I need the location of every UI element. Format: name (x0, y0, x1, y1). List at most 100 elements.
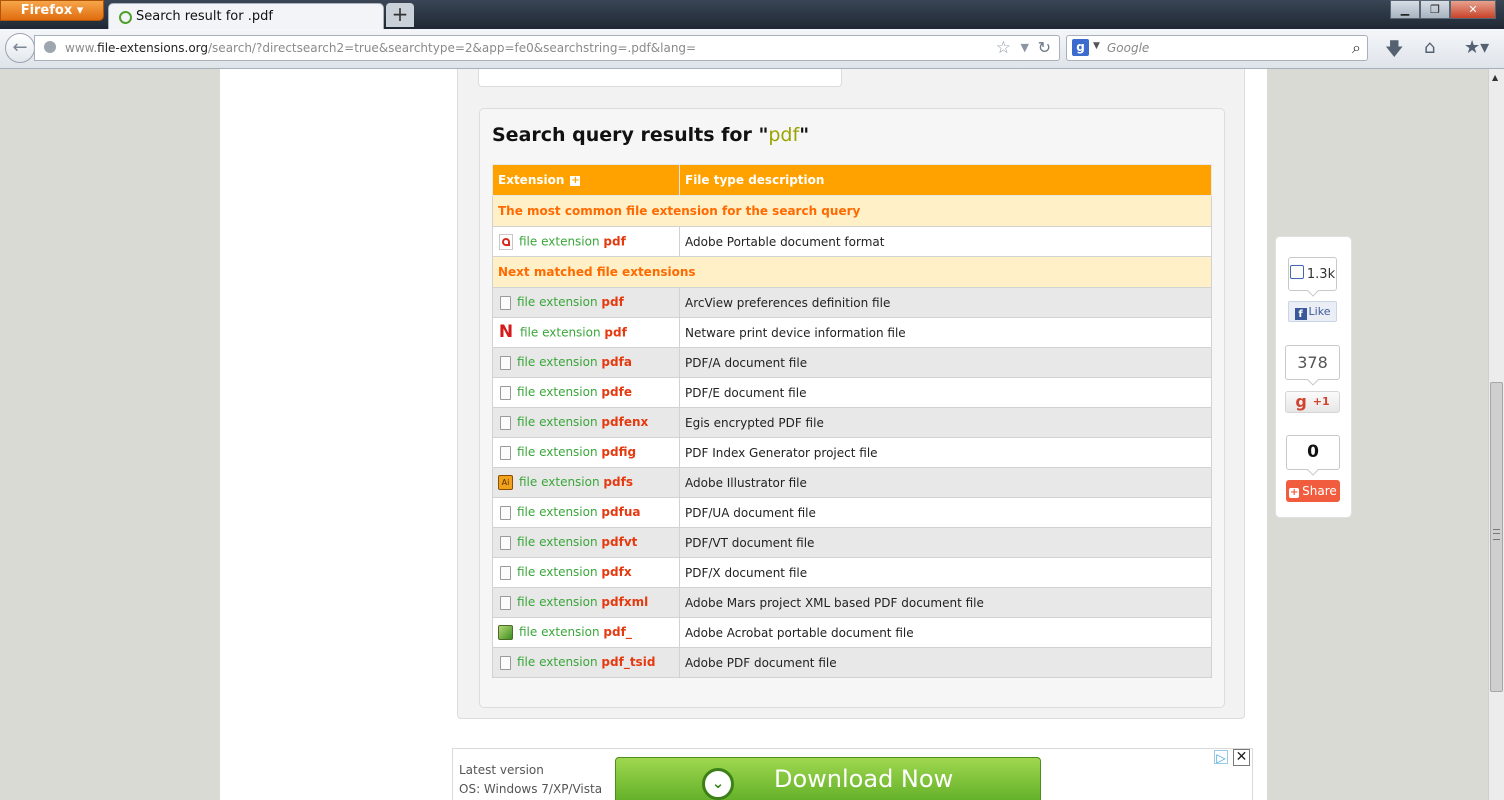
minimize-icon[interactable]: ▁ (1390, 0, 1420, 19)
file-type-description: Adobe Portable document format (679, 226, 1212, 257)
extension-name: pdfx (601, 565, 632, 580)
generic-file-icon (500, 595, 511, 610)
table-row: file extension pdfa PDF/A document file (492, 347, 1212, 378)
section-most-common: The most common file extension for the s… (492, 195, 1212, 227)
acrobat-icon (498, 625, 513, 640)
table-row: file extension pdf_ Adobe Acrobat portabl… (492, 617, 1212, 648)
url-bar[interactable]: www.file-extensions.org/search/?directse… (34, 35, 1060, 61)
home-icon[interactable]: ⌂ (1424, 37, 1435, 58)
extension-name: pdfua (601, 505, 641, 520)
facebook-like-button[interactable]: f Like (1288, 301, 1337, 322)
generic-file-icon (500, 295, 511, 310)
file-type-description: Egis encrypted PDF file (679, 407, 1212, 438)
firefox-menu-label: Firefox (20, 3, 73, 18)
file-extension-link[interactable]: file extension pdfe (517, 385, 632, 399)
scrollbar-thumb[interactable] (1490, 382, 1503, 692)
maximize-icon[interactable]: ❐ (1420, 0, 1450, 19)
share-plus-icon: + (1289, 487, 1300, 498)
scrollbar-grip-icon (1493, 529, 1500, 540)
extension-name: pdfxml (601, 595, 649, 610)
illustrator-icon: Ai (498, 475, 513, 490)
download-now-button[interactable]: ⌄ Download Now (615, 757, 1041, 800)
table-row: file extension pdfe PDF/E document file (492, 377, 1212, 408)
file-extension-link-prefix: file extension (517, 445, 598, 460)
facebook-like-count: 1.3k (1288, 257, 1337, 291)
file-type-description: Adobe Mars project XML based PDF documen… (679, 587, 1212, 618)
generic-file-icon (500, 505, 511, 520)
url-history-dropdown-icon[interactable]: ▼ (1021, 41, 1029, 54)
section-next-matched-label: Next matched file extensions (492, 256, 1212, 288)
extension-cell: file extension pdf_ (492, 617, 680, 648)
table-row: file extension pdfenx Egis encrypted PDF … (492, 407, 1212, 438)
search-icon[interactable]: ⌕ (1352, 38, 1361, 58)
close-icon[interactable]: ✕ (1450, 0, 1496, 19)
file-type-description: PDF/E document file (679, 377, 1212, 408)
file-extension-link[interactable]: file extension pdf_ (519, 625, 632, 639)
file-type-description: Adobe PDF document file (679, 647, 1212, 678)
new-tab-button[interactable]: + (386, 3, 414, 27)
extension-column-header[interactable]: Extension + (492, 164, 680, 196)
table-row: file extension pdfig PDF Index Generator … (492, 437, 1212, 468)
table-row: Ai file extension pdfs Adobe Illustrator f… (492, 467, 1212, 498)
file-extension-link-prefix: file extension (517, 355, 598, 370)
bookmarks-menu-icon[interactable]: ★▾ (1464, 37, 1489, 58)
file-extension-link[interactable]: file extension pdf (517, 295, 624, 309)
search-bar[interactable]: g ▼ Google ⌕ (1066, 35, 1368, 61)
ad-os-text: OS: Windows 7/XP/Vista (459, 782, 603, 796)
file-extension-link[interactable]: file extension pdfua (517, 505, 640, 519)
google-plus-label: +1 (1312, 395, 1330, 408)
firefox-menu-button[interactable]: Firefox ▾ (0, 0, 104, 21)
download-icon[interactable]: 🡇 (1385, 37, 1404, 67)
reload-icon[interactable]: ↻ (1038, 38, 1051, 57)
file-type-description: Netware print device information file (679, 317, 1212, 348)
ad-close-icon[interactable]: ✕ (1233, 749, 1250, 766)
ad-choices-icon[interactable]: ▷ (1214, 750, 1228, 765)
section-next-matched: Next matched file extensions (492, 256, 1212, 288)
pdf-icon (499, 233, 513, 250)
search-input-placeholder[interactable]: Google (1107, 41, 1149, 55)
file-extension-link[interactable]: file extension pdf (520, 325, 627, 339)
expand-plus-icon[interactable]: + (570, 176, 581, 186)
file-extension-link[interactable]: file extension pdfenx (517, 415, 648, 429)
table-row: file extension pdfvt PDF/VT document file (492, 527, 1212, 558)
bookmark-star-icon[interactable]: ☆ (996, 38, 1011, 58)
thumbs-up-icon (1289, 265, 1304, 279)
scroll-up-arrow-icon[interactable]: ▲ (1492, 73, 1498, 82)
generic-file-icon (500, 415, 511, 430)
file-type-description: PDF/A document file (679, 347, 1212, 378)
back-button[interactable]: ← (5, 33, 35, 63)
file-extension-link-prefix: file extension (517, 295, 598, 310)
extension-name: pdfe (601, 385, 632, 400)
file-extension-link[interactable]: file extension pdf (519, 234, 626, 248)
facebook-like-count-value: 1.3k (1306, 267, 1336, 282)
search-engine-dropdown-icon[interactable]: ▼ (1093, 41, 1100, 51)
navigation-toolbar: ← www.file-extensions.org/search/?direct… (0, 29, 1504, 69)
extension-cell: file extension pdfua (492, 497, 680, 528)
file-extension-link[interactable]: file extension pdfxml (517, 595, 648, 609)
file-type-description: PDF/VT document file (679, 527, 1212, 558)
url-prefix: www. (65, 41, 98, 55)
download-ad-banner[interactable]: Latest version OS: Windows 7/XP/Vista ⌄ … (452, 748, 1253, 800)
tab-search-result[interactable]: Search result for .pdf (108, 3, 384, 29)
file-extension-link[interactable]: file extension pdf_tsid (517, 655, 655, 669)
extension-name: pdfs (603, 475, 633, 489)
download-now-label: Download Now (774, 765, 954, 793)
url-path: /search/?directsearch2=true&searchtype=2… (208, 41, 697, 55)
file-extension-link[interactable]: file extension pdfvt (517, 535, 637, 549)
site-identity-icon[interactable] (44, 41, 56, 53)
file-extension-link[interactable]: file extension pdfig (517, 445, 636, 459)
file-extension-link[interactable]: file extension pdfx (517, 565, 632, 579)
tab-favicon-icon (119, 11, 132, 24)
share-button[interactable]: + Share (1286, 480, 1340, 502)
file-extension-link[interactable]: file extension pdfa (517, 355, 632, 369)
extensions-table: Extension + File type description The mos… (492, 164, 1212, 678)
facebook-like-label: Like (1308, 305, 1331, 318)
table-row: file extension pdfxml Adobe Mars project … (492, 587, 1212, 618)
page-scrollbar[interactable]: ▲ (1488, 69, 1504, 800)
file-type-description: Adobe Acrobat portable document file (679, 617, 1212, 648)
file-extension-link[interactable]: file extension pdfs (519, 475, 633, 489)
google-plus-button[interactable]: g +1 (1285, 391, 1340, 413)
url-text[interactable]: www.file-extensions.org/search/?directse… (65, 41, 696, 55)
google-engine-icon[interactable]: g (1072, 39, 1089, 56)
file-extension-link-prefix: file extension (520, 325, 601, 339)
